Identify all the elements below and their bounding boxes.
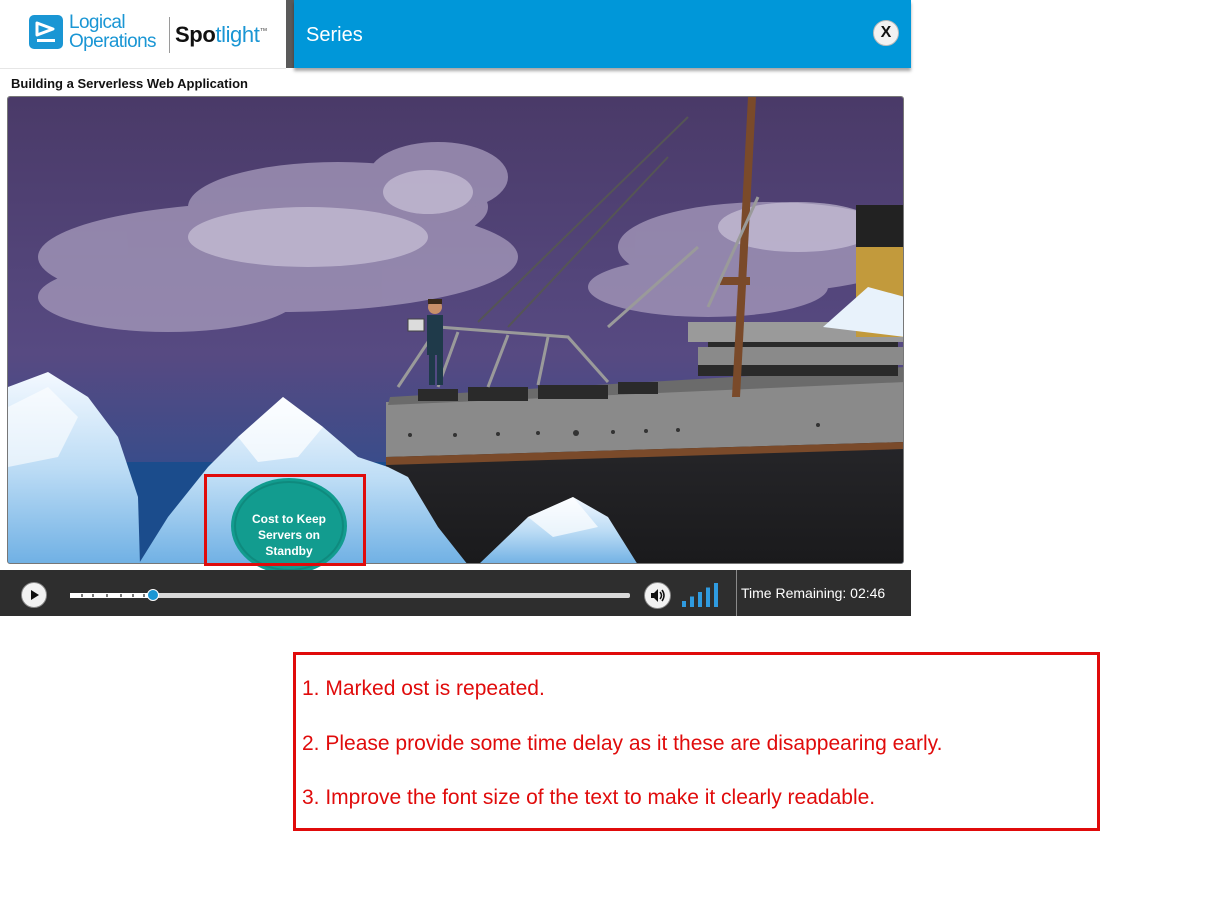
speaker-icon bbox=[651, 589, 665, 602]
chapter-marker bbox=[131, 594, 134, 597]
spotlight-part-2: o bbox=[202, 22, 216, 47]
spotlight-part-1: Sp bbox=[175, 22, 203, 47]
course-title: Building a Serverless Web Application bbox=[11, 76, 248, 91]
volume-level-bar[interactable] bbox=[706, 587, 710, 608]
logo-line-1: Logical bbox=[69, 12, 126, 33]
logo-wordmark: Logical Operations bbox=[69, 12, 157, 52]
logical-operations-logo-icon bbox=[29, 15, 63, 49]
video-frame[interactable] bbox=[7, 96, 904, 564]
review-note: 3. Improve the font size of the text to … bbox=[302, 786, 876, 809]
review-note: 1. Marked ost is repeated. bbox=[302, 677, 545, 700]
volume-button[interactable] bbox=[644, 582, 671, 609]
video-scene-illustration bbox=[8, 97, 903, 563]
volume-level-bars[interactable] bbox=[681, 583, 723, 607]
volume-level-bar[interactable] bbox=[682, 601, 686, 607]
progress-slider[interactable] bbox=[70, 589, 630, 601]
volume-level-bar[interactable] bbox=[714, 583, 718, 607]
player-control-bar: Time Remaining: 02:46 bbox=[0, 570, 911, 616]
spotlight-part-4: light bbox=[221, 22, 260, 47]
chapter-marker bbox=[106, 594, 109, 597]
control-divider bbox=[736, 570, 737, 616]
spotlight-wordmark: Spotlight™ bbox=[175, 22, 267, 48]
page-title: Series bbox=[306, 24, 363, 46]
chapter-marker bbox=[120, 594, 123, 597]
volume-level-bar[interactable] bbox=[698, 592, 702, 607]
header-separator bbox=[286, 0, 294, 68]
progress-handle[interactable] bbox=[146, 589, 159, 601]
logo-panel: Logical Operations Spotlight™ bbox=[0, 0, 286, 69]
review-notes-box: 1. Marked ost is repeated. 2. Please pro… bbox=[293, 652, 1100, 831]
review-highlight-box bbox=[204, 474, 366, 566]
chapter-marker bbox=[81, 594, 84, 597]
play-button[interactable] bbox=[21, 582, 47, 608]
chapter-marker bbox=[92, 594, 95, 597]
volume-level-bar[interactable] bbox=[690, 596, 694, 608]
review-note: 2. Please provide some time delay as it … bbox=[302, 732, 943, 755]
logo-line-2: Operations bbox=[69, 31, 157, 52]
chapter-marker bbox=[142, 594, 145, 597]
play-icon bbox=[31, 590, 39, 600]
header-bar: Series X bbox=[294, 0, 911, 68]
logo-divider bbox=[169, 17, 170, 53]
trademark: ™ bbox=[259, 26, 268, 36]
time-remaining: Time Remaining: 02:46 bbox=[741, 585, 886, 601]
close-button[interactable]: X bbox=[873, 20, 899, 46]
